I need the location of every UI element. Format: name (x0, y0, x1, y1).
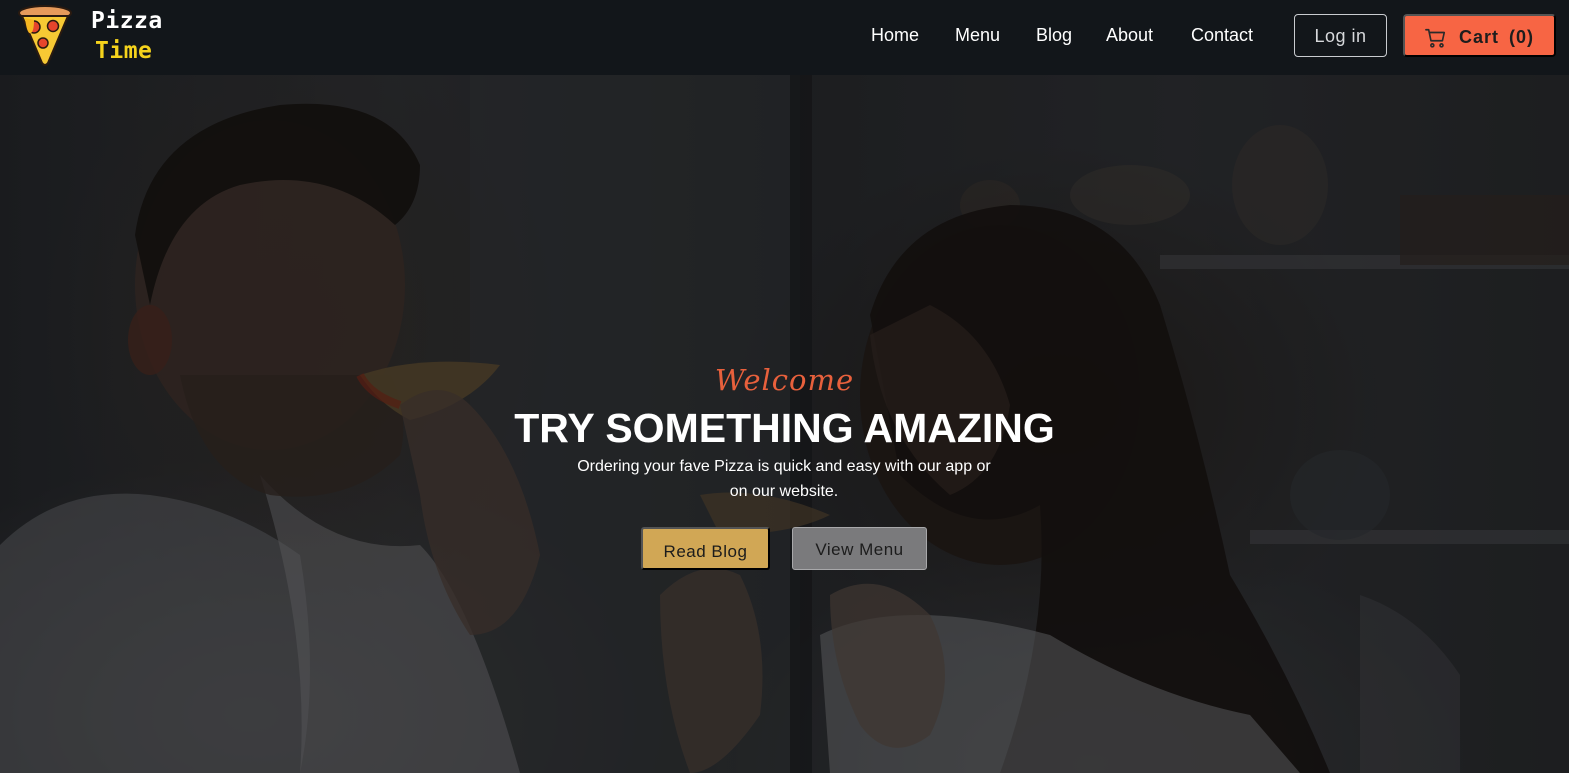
cart-button[interactable]: Cart (0) (1403, 14, 1556, 57)
nav-about-link[interactable]: About (1106, 24, 1153, 46)
hero-section: Welcome TRY SOMETHING AMAZING Ordering y… (0, 75, 1569, 773)
cart-label: Cart (1459, 27, 1500, 47)
hero-description: Ordering your fave Pizza is quick and ea… (577, 458, 991, 500)
nav-blog-link[interactable]: Blog (1036, 24, 1072, 46)
nav-contact-link[interactable]: Contact (1191, 24, 1253, 46)
brand-name-line1: Pizza (91, 8, 163, 34)
page: Pizza Time Home Menu Blog About Contact … (0, 0, 1569, 773)
site-header: Pizza Time Home Menu Blog About Contact … (0, 0, 1569, 75)
login-button[interactable]: Log in (1294, 14, 1387, 57)
hero-welcome-text: Welcome (714, 363, 855, 397)
pizza-slice-icon (17, 5, 73, 67)
cart-count: (0) (1509, 27, 1534, 47)
view-menu-button[interactable]: View Menu (792, 527, 927, 570)
brand-name-line2: Time (95, 38, 153, 64)
shopping-cart-icon (1425, 27, 1447, 49)
hero-title: TRY SOMETHING AMAZING (514, 405, 1055, 451)
logo-link[interactable]: Pizza Time (17, 5, 167, 69)
nav-menu-link[interactable]: Menu (955, 24, 1000, 46)
nav-home-link[interactable]: Home (871, 24, 919, 46)
read-blog-button[interactable]: Read Blog (641, 527, 770, 570)
